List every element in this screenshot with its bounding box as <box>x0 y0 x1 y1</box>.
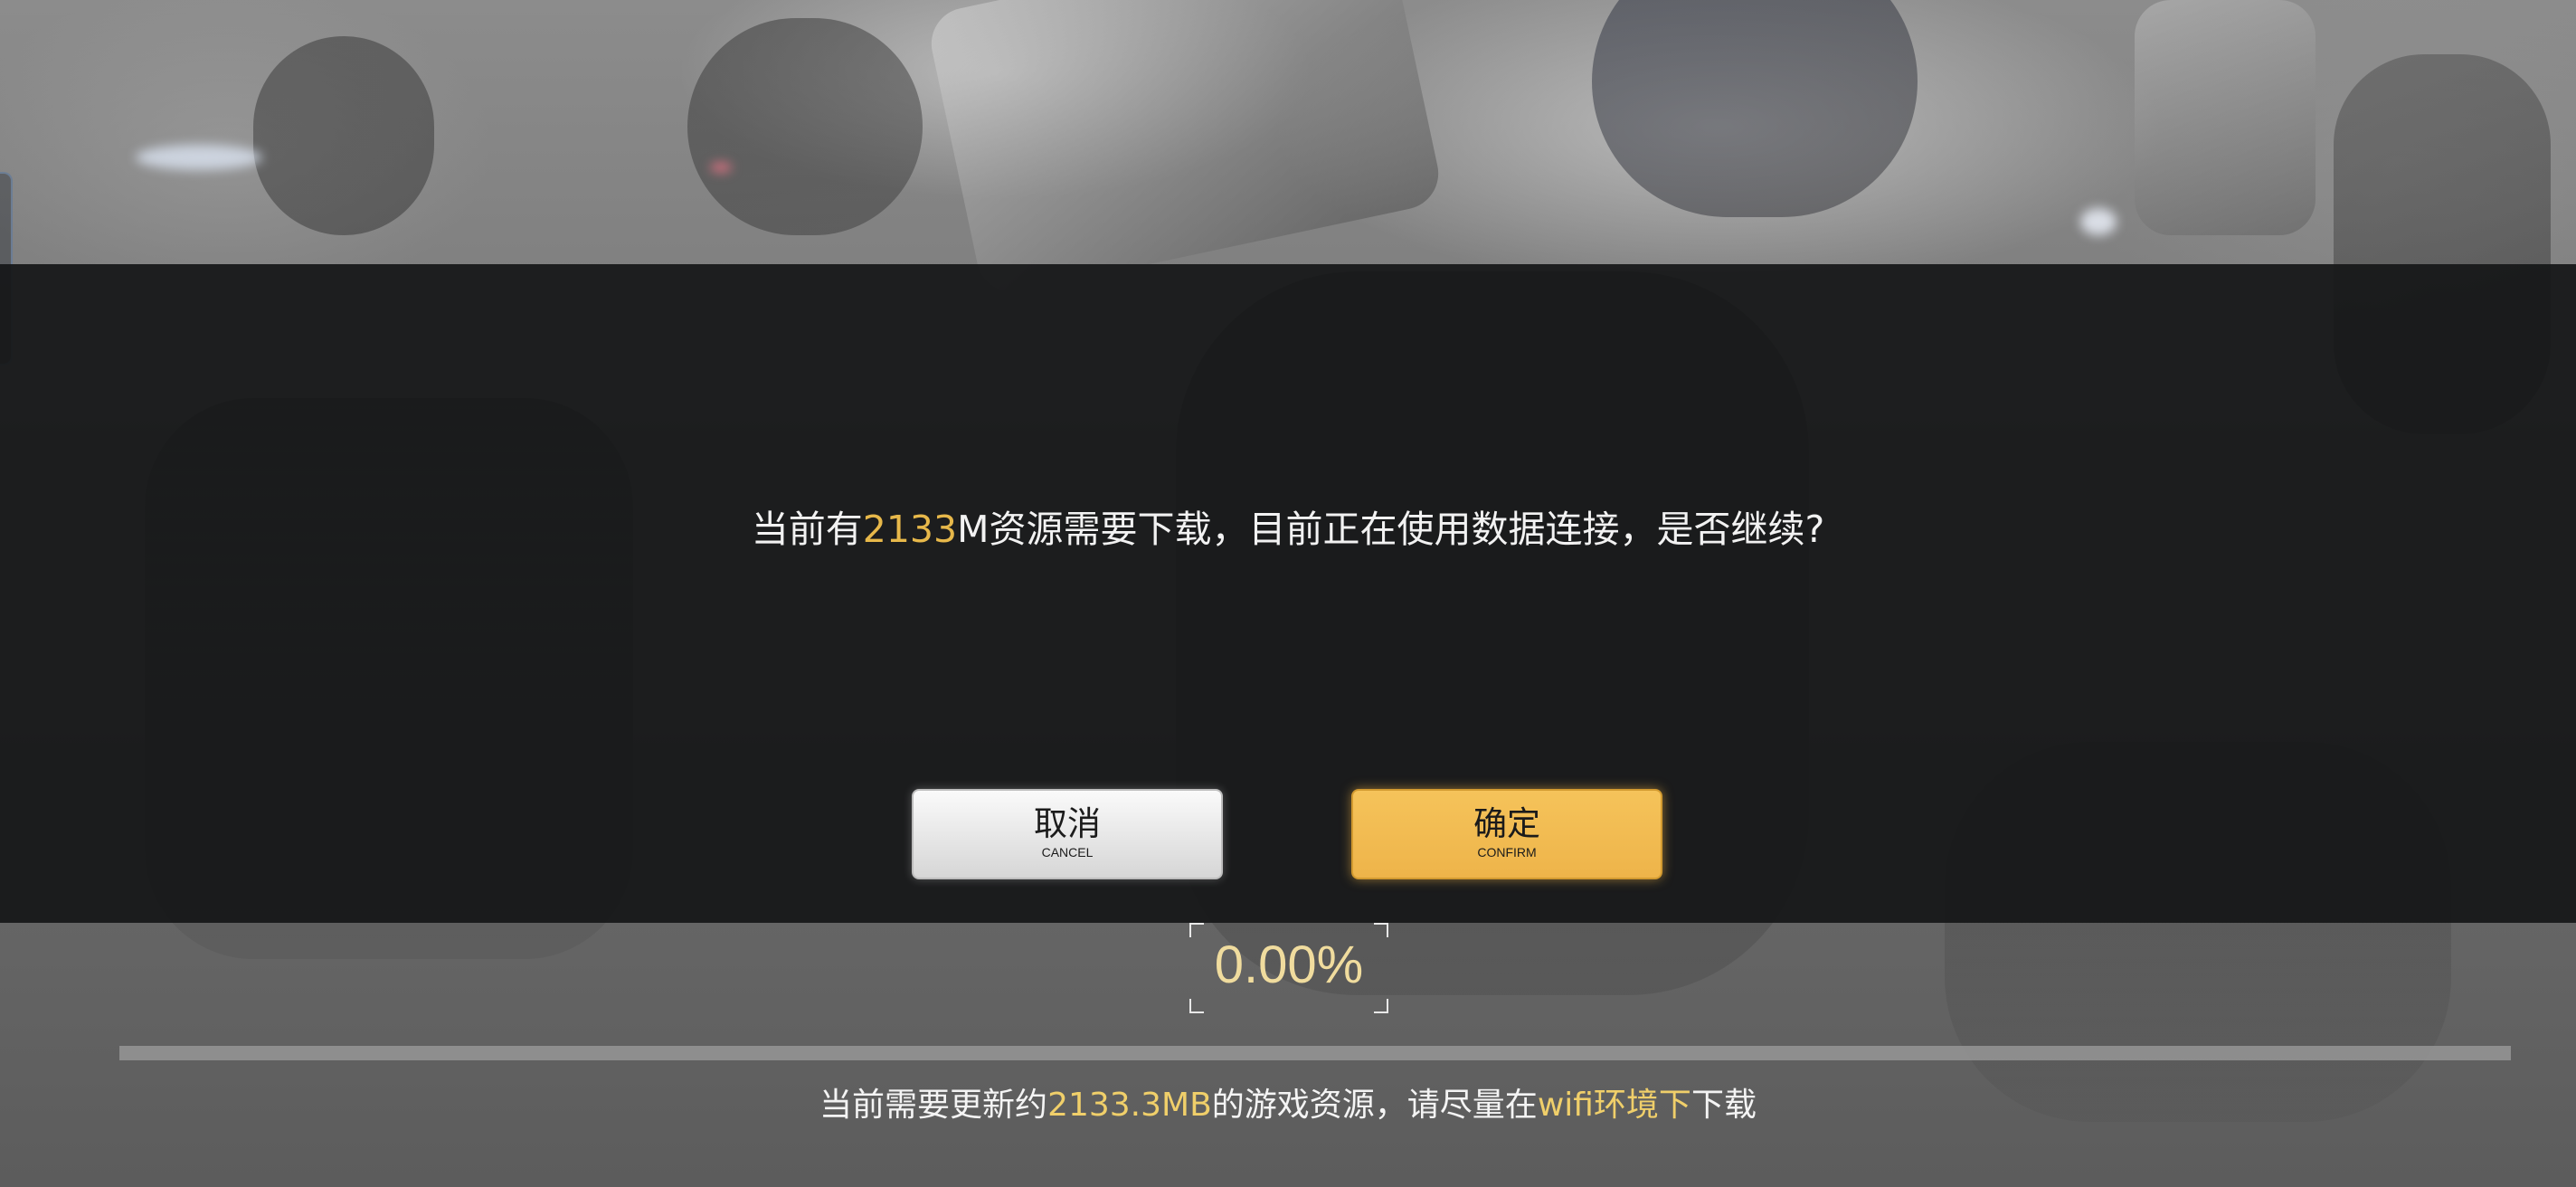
progress-percent: 0.00% <box>1214 935 1364 994</box>
cancel-sublabel: CANCEL <box>1041 845 1094 859</box>
background-light <box>136 145 262 170</box>
update-size: 2133.3MB <box>1047 1087 1212 1124</box>
background-mech-right <box>2135 0 2316 235</box>
confirm-button[interactable]: 确定 CONFIRM <box>1351 789 1662 879</box>
update-info-text: 当前需要更新约2133.3MB的游戏资源，请尽量在wifi环境下下载 <box>0 1089 2576 1122</box>
frame-corner <box>1374 923 1388 937</box>
progress-percent-frame: 0.00% <box>1189 923 1388 1013</box>
download-progress-bar <box>119 1046 2511 1060</box>
background-mech-left <box>253 36 434 235</box>
background-mech-head <box>687 18 923 235</box>
background-light <box>710 163 732 172</box>
confirm-sublabel: CONFIRM <box>1477 845 1537 859</box>
footer-prefix: 当前需要更新约 <box>819 1087 1048 1124</box>
background-mech-center <box>1592 0 1918 217</box>
download-size: 2133 <box>862 508 958 551</box>
cancel-label: 取消 <box>1034 804 1101 843</box>
footer-middle: 的游戏资源，请尽量在 <box>1211 1087 1538 1124</box>
background-light <box>2080 208 2117 235</box>
download-confirm-dialog <box>0 264 2576 923</box>
background-mech-arm <box>924 0 1445 299</box>
network-hint: wifi环境下 <box>1537 1087 1691 1124</box>
message-prefix: 当前有 <box>751 508 863 551</box>
cancel-button[interactable]: 取消 CANCEL <box>912 789 1223 879</box>
message-suffix: M资源需要下载，目前正在使用数据连接，是否继续? <box>957 508 1825 551</box>
frame-corner <box>1189 999 1204 1013</box>
dialog-message: 当前有2133M资源需要下载，目前正在使用数据连接，是否继续? <box>0 511 2576 548</box>
frame-corner <box>1374 999 1388 1013</box>
frame-corner <box>1189 923 1204 937</box>
confirm-label: 确定 <box>1473 804 1540 843</box>
footer-suffix: 下载 <box>1690 1087 1757 1124</box>
